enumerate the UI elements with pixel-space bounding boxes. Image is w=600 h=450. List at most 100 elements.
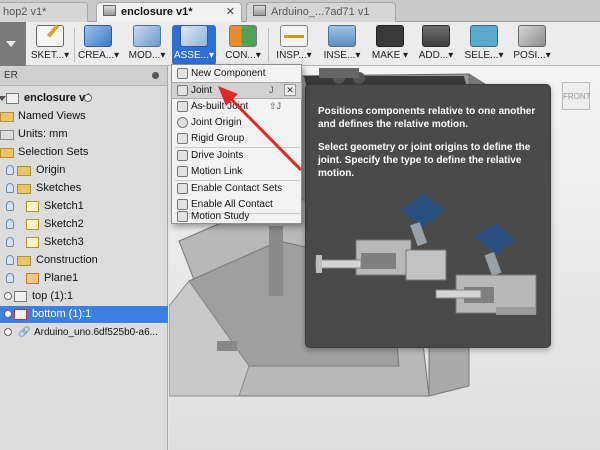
tree-label: Sketches	[36, 182, 82, 194]
tab-arduino[interactable]: Arduino_...7ad71 v1	[246, 2, 396, 22]
joint-illustration	[315, 193, 537, 315]
visibility-eye-icon[interactable]	[4, 328, 12, 336]
assemble-tool[interactable]: ASSE...▾	[172, 25, 216, 65]
sketch-icon	[36, 24, 64, 47]
tree-label: Sketch2	[44, 218, 84, 230]
tree-item-bottom[interactable]: bottom (1):1	[0, 306, 168, 323]
tree-item-selection-sets[interactable]: Selection Sets	[0, 144, 168, 161]
select-label: SELE...▾	[464, 50, 504, 61]
inspect-tool[interactable]: INSP...▾	[272, 25, 316, 65]
construct-icon	[229, 25, 257, 47]
tree-item-root[interactable]: enclosure v1	[0, 90, 168, 107]
position-icon	[518, 25, 546, 47]
tree-item-sketch3[interactable]: Sketch3	[0, 234, 168, 251]
menu-item-joint[interactable]: Joint J ✕	[171, 82, 302, 99]
insert-image-icon	[328, 25, 356, 47]
tree-item-origin[interactable]: Origin	[0, 162, 168, 179]
tree-label: top (1):1	[32, 290, 73, 302]
modify-label: MOD...▾	[128, 50, 166, 61]
menu-item-label: Rigid Group	[191, 133, 245, 144]
view-cube[interactable]: FRONT	[562, 82, 591, 110]
folder-icon	[17, 184, 31, 194]
menu-item-drive-joints[interactable]: Drive Joints	[172, 148, 301, 163]
modify-icon	[133, 25, 161, 47]
select-tool[interactable]: SELE...▾	[462, 25, 506, 65]
radio-icon[interactable]	[84, 94, 92, 102]
position-label: POSI...▾	[513, 50, 551, 61]
menu-item-label: Joint	[191, 85, 213, 96]
visibility-bulb-icon[interactable]	[6, 237, 14, 247]
construct-label: CON...▾	[225, 50, 261, 61]
motion-link-icon	[177, 166, 188, 177]
visibility-bulb-icon[interactable]	[6, 219, 14, 229]
visibility-bulb-icon[interactable]	[6, 201, 14, 211]
visibility-eye-icon[interactable]	[4, 310, 12, 318]
tree-label: Plane1	[44, 272, 79, 284]
close-tab-icon[interactable]: ✕	[226, 3, 235, 21]
measure-icon	[280, 25, 308, 47]
folder-icon	[17, 166, 31, 176]
tree-label: Units: mm	[18, 128, 68, 140]
inspect-label: INSP...▾	[276, 50, 312, 61]
make-tool[interactable]: MAKE ▾	[368, 25, 412, 65]
menu-item-new-component[interactable]: New Component	[172, 66, 301, 81]
link-icon: 🔗	[18, 327, 31, 338]
construct-tool[interactable]: CON...▾	[222, 25, 264, 65]
visibility-eye-icon[interactable]	[4, 292, 12, 300]
tab-label: enclosure v1*	[121, 6, 193, 18]
sketch-label: SKET...▾	[30, 50, 70, 61]
tree-item-units[interactable]: Units: mm	[0, 126, 168, 143]
toolbar-separator	[268, 28, 269, 62]
workspace-switcher[interactable]	[0, 22, 26, 66]
tree-label: Origin	[36, 164, 66, 176]
close-icon[interactable]: ✕	[284, 84, 296, 96]
folder-icon	[0, 148, 14, 158]
joint-part-right	[435, 223, 537, 315]
assemble-menu: New Component Joint J ✕ As-built Joint ⇧…	[171, 64, 302, 224]
tree-item-sketch1[interactable]: Sketch1	[0, 198, 168, 215]
visibility-bulb-icon[interactable]	[6, 255, 14, 265]
pin-icon[interactable]	[152, 72, 159, 79]
visibility-bulb-icon[interactable]	[6, 273, 14, 283]
visibility-bulb-icon[interactable]	[6, 165, 14, 175]
modify-tool[interactable]: MOD...▾	[126, 25, 168, 65]
visibility-bulb-icon[interactable]	[6, 183, 14, 193]
menu-item-rigid-group[interactable]: Rigid Group	[172, 131, 301, 146]
menu-item-joint-origin[interactable]: Joint Origin	[172, 115, 301, 130]
tree-item-sketch2[interactable]: Sketch2	[0, 216, 168, 233]
menu-item-label: New Component	[191, 68, 266, 79]
create-tool[interactable]: CREA...▾	[78, 25, 119, 65]
plane-icon	[26, 273, 39, 284]
add-ins-tool[interactable]: ADD...▾	[414, 25, 458, 65]
tab-enclosure[interactable]: enclosure v1* ✕	[96, 2, 242, 22]
drive-joints-icon	[177, 150, 188, 161]
sketch-icon	[26, 201, 39, 212]
tree-item-arduino[interactable]: 🔗 Arduino_uno.6df525b0-a6...	[0, 324, 168, 341]
tree-item-named-views[interactable]: Named Views	[0, 108, 168, 125]
insert-tool[interactable]: INSE...▾	[320, 25, 364, 65]
browser-header: ER	[0, 66, 167, 86]
select-icon	[470, 25, 498, 47]
menu-item-as-built-joint[interactable]: As-built Joint ⇧J	[172, 99, 301, 114]
menu-item-motion-study[interactable]: Motion Study	[172, 209, 301, 223]
joint-icon	[177, 85, 188, 96]
main-toolbar: SKET...▾ CREA...▾ MOD...▾ ASSE...▾ CON..…	[0, 22, 600, 66]
joint-origin-icon	[177, 117, 188, 128]
add-ins-label: ADD...▾	[418, 50, 454, 61]
tree-item-construction[interactable]: Construction	[0, 252, 168, 269]
tab-hop2[interactable]: hop2 v1*	[0, 2, 88, 22]
tree-label: enclosure v1	[24, 92, 92, 104]
menu-item-enable-contact-sets[interactable]: Enable Contact Sets	[172, 181, 301, 196]
assemble-label: ASSE...▾	[173, 50, 215, 61]
tree-label: Selection Sets	[18, 146, 89, 158]
component-icon	[14, 291, 27, 302]
menu-item-motion-link[interactable]: Motion Link	[172, 164, 301, 179]
new-component-icon	[177, 68, 188, 79]
tree-item-plane1[interactable]: Plane1	[0, 270, 168, 287]
position-tool[interactable]: POSI...▾	[510, 25, 554, 65]
tree-item-sketches[interactable]: Sketches	[0, 180, 168, 197]
tree-label: Sketch1	[44, 200, 84, 212]
tree-item-top[interactable]: top (1):1	[0, 288, 168, 305]
sketch-tool[interactable]: SKET...▾	[30, 24, 70, 65]
toolbar-separator	[74, 28, 75, 62]
